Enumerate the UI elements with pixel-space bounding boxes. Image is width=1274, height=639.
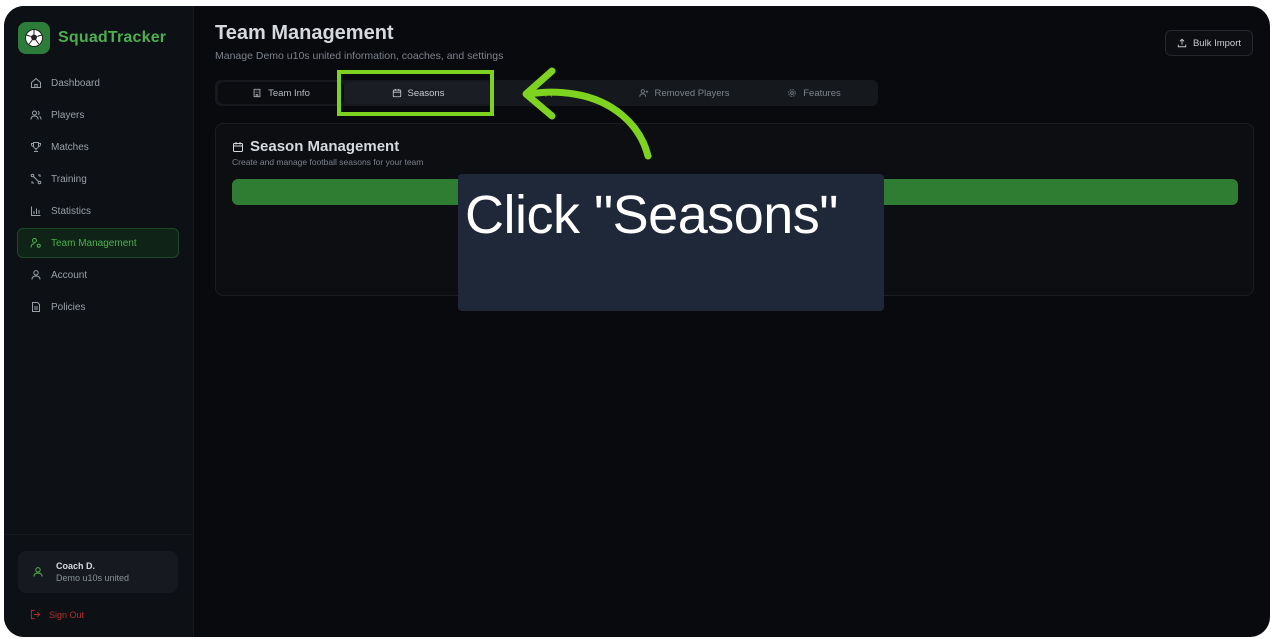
page-subtitle: Manage Demo u10s united information, coa… (215, 50, 504, 62)
sidebar-item-players[interactable]: Players (17, 100, 179, 130)
sidebar: SquadTracker Dashboard Players Matches T… (4, 6, 194, 637)
sidebar-item-team-management[interactable]: Team Management (17, 228, 179, 258)
bulk-import-label: Bulk Import (1192, 37, 1242, 49)
sidebar-item-label: Team Management (51, 237, 137, 249)
tab-removed-players[interactable]: Removed Players (614, 82, 754, 104)
document-icon (32, 302, 40, 312)
instruction-text: Click "Seasons" (465, 185, 838, 245)
tab-label: Seasons (407, 87, 445, 99)
sidebar-item-training[interactable]: Training (17, 164, 179, 194)
page-title: Team Management (215, 22, 394, 44)
season-card-subtitle: Create and manage football seasons for y… (232, 157, 424, 167)
users-icon (545, 89, 553, 97)
sidebar-item-label: Dashboard (51, 77, 100, 89)
sidebar-item-policies[interactable]: Policies (17, 292, 179, 322)
sign-out-icon (30, 609, 41, 620)
sidebar-item-statistics[interactable]: Statistics (17, 196, 179, 226)
user-name: Coach D. (56, 561, 96, 571)
calendar-icon (392, 88, 401, 98)
user-icon (31, 270, 41, 280)
tab-label: Features (803, 87, 841, 99)
training-icon (30, 173, 42, 185)
app-name: SquadTracker (58, 29, 167, 46)
sidebar-item-label: Players (51, 109, 85, 121)
users-icon (30, 110, 42, 120)
tab-label: Team Info (268, 87, 310, 99)
user-cog-icon (30, 238, 41, 248)
user-team: Demo u10s united (56, 573, 130, 583)
calendar-icon (233, 141, 243, 152)
sidebar-item-matches[interactable]: Matches (17, 132, 179, 162)
user-plus-icon (638, 89, 648, 97)
sidebar-nav: Dashboard Players Matches Training Stati… (17, 68, 179, 324)
tab-coaches[interactable] (492, 82, 614, 104)
sign-out-button[interactable]: Sign Out (30, 609, 84, 620)
brand[interactable]: SquadTracker (18, 22, 166, 54)
soccer-ball-logo-icon (18, 22, 50, 54)
season-card-title: Season Management (232, 138, 399, 155)
user-icon (33, 567, 43, 577)
bulk-import-button[interactable]: Bulk Import (1165, 30, 1253, 56)
upload-icon (1177, 38, 1187, 48)
sidebar-item-dashboard[interactable]: Dashboard (17, 68, 179, 98)
bar-chart-icon (31, 206, 41, 216)
sidebar-item-label: Matches (51, 141, 89, 153)
sidebar-item-account[interactable]: Account (17, 260, 179, 290)
gear-icon (788, 89, 796, 97)
trophy-icon (31, 142, 41, 152)
sidebar-item-label: Policies (51, 301, 86, 313)
sidebar-item-label: Training (51, 173, 87, 185)
tab-features[interactable]: Features (754, 82, 874, 104)
user-card[interactable]: Coach D. Demo u10s united (18, 551, 178, 593)
tab-bar: Team Info Seasons Removed Players Featur… (215, 80, 878, 106)
sidebar-item-label: Account (51, 269, 88, 281)
season-card-title-text: Season Management (250, 138, 400, 155)
sign-out-label: Sign Out (49, 609, 85, 620)
building-icon (253, 88, 261, 98)
app-window: SquadTracker Dashboard Players Matches T… (4, 6, 1270, 637)
sidebar-footer-divider (4, 534, 193, 535)
home-icon (31, 77, 41, 88)
sidebar-item-label: Statistics (51, 205, 92, 217)
tab-label: Removed Players (654, 87, 730, 99)
tab-team-info[interactable]: Team Info (218, 82, 344, 104)
tab-seasons[interactable]: Seasons (344, 82, 492, 104)
